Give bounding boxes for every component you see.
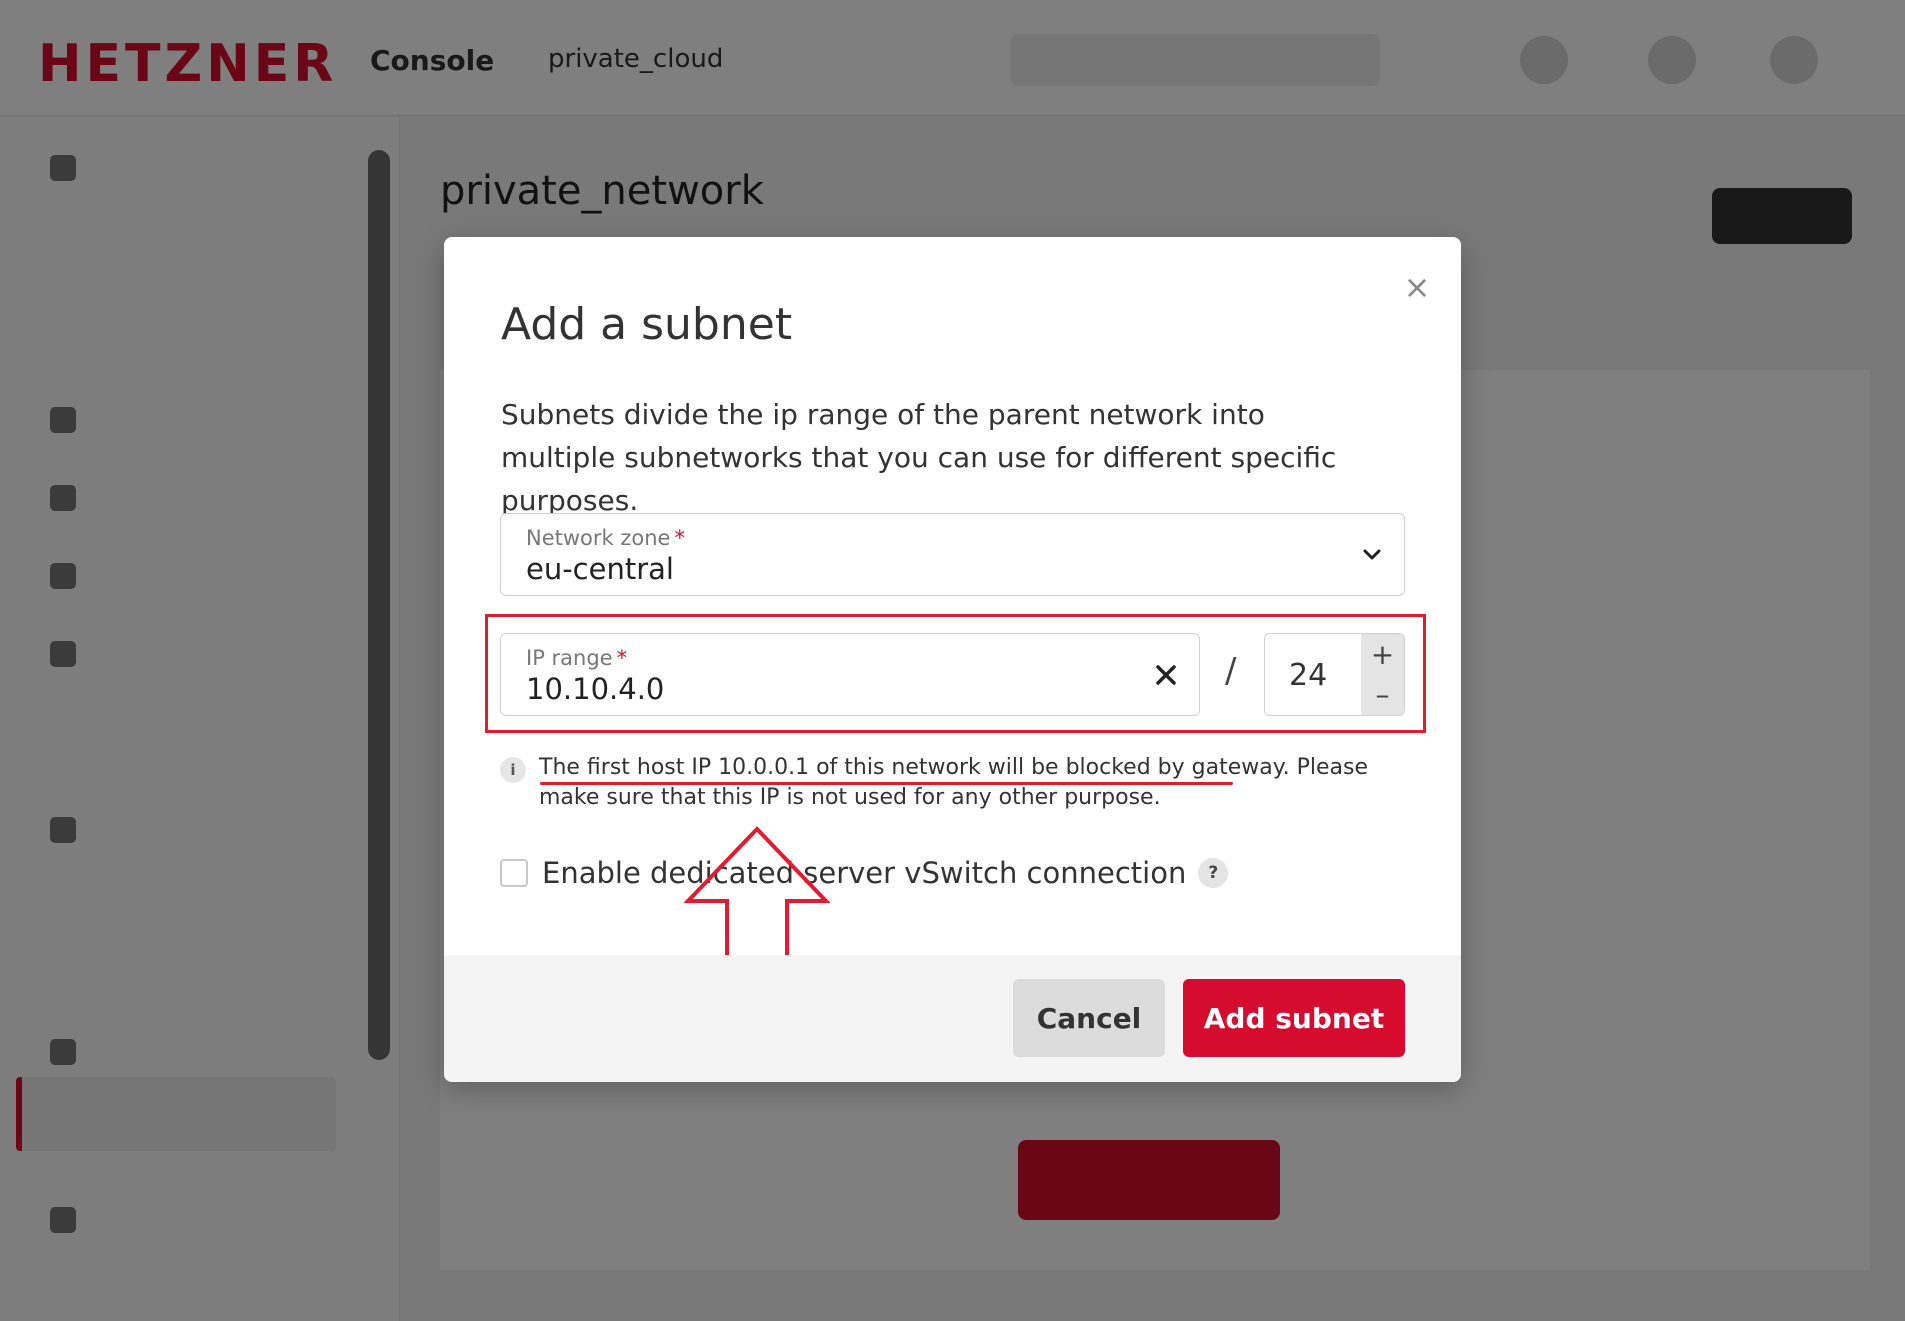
prefix-separator: / [1225,651,1237,691]
chevron-down-icon [1363,549,1381,560]
network-zone-select[interactable]: Network zone * eu-central [500,513,1405,596]
help-icon[interactable]: ? [1198,858,1229,888]
vswitch-option: Enable dedicated server vSwitch connecti… [500,856,1229,890]
network-zone-value: eu-central [526,552,674,586]
annotation-underline [540,782,1233,785]
increment-button[interactable]: + [1361,634,1404,675]
close-icon[interactable]: × [1401,271,1433,303]
dialog-description: Subnets divide the ip range of the paren… [501,398,1337,517]
dialog-footer: Cancel Add subnet [444,955,1461,1082]
add-subnet-dialog: × Add a subnet Subnets divide the ip ran… [444,237,1461,1082]
decrement-button[interactable]: – [1361,675,1404,716]
ip-range-input[interactable]: IP range * 10.10.4.0 [500,633,1200,716]
add-subnet-button[interactable]: Add subnet [1183,979,1405,1057]
vswitch-checkbox[interactable] [500,859,528,887]
required-mark: * [616,646,628,670]
dialog-title: Add a subnet [501,299,793,350]
required-mark: * [674,526,685,550]
prefix-length-stepper[interactable]: 24 + – [1264,633,1405,716]
network-zone-label: Network zone * [526,526,685,550]
stepper-controls: + – [1361,634,1404,715]
prefix-length-value: 24 [1289,658,1328,693]
ip-range-value: 10.10.4.0 [526,672,665,706]
annotation-arrow-icon [684,826,830,965]
ip-range-label: IP range * [526,646,628,670]
vswitch-label[interactable]: Enable dedicated server vSwitch connecti… [542,856,1186,890]
info-icon: i [500,757,526,783]
cancel-button[interactable]: Cancel [1013,979,1165,1057]
clear-icon[interactable] [1151,660,1181,690]
